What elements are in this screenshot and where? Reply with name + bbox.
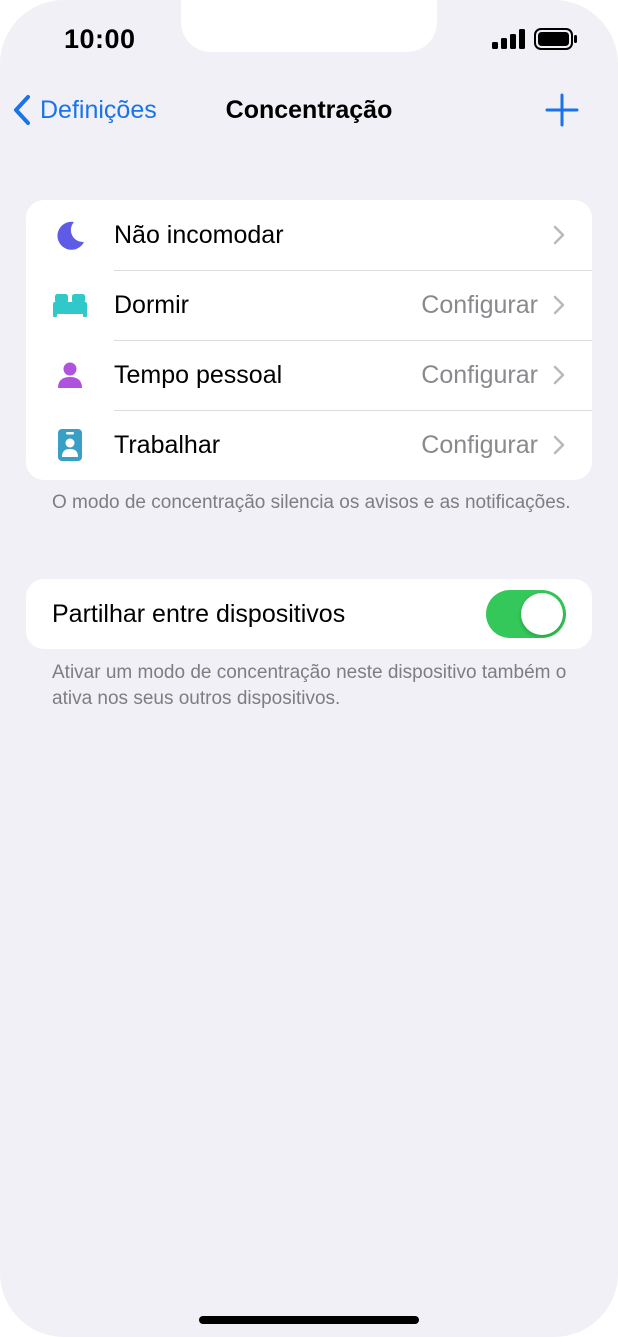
status-time: 10:00 <box>64 24 136 54</box>
focus-mode-label: Tempo pessoal <box>114 360 283 389</box>
chevron-right-icon <box>553 365 565 385</box>
share-group: Partilhar entre dispositivos <box>26 579 592 649</box>
focus-mode-label: Não incomodar <box>114 220 284 249</box>
focus-modes-footnote: O modo de concentração silencia os aviso… <box>52 492 571 513</box>
add-icon[interactable] <box>544 92 580 128</box>
focus-mode-value: Configurar <box>421 290 538 319</box>
focus-mode-do-not-disturb[interactable]: Não incomodar <box>26 200 592 270</box>
bed-icon <box>53 294 87 317</box>
share-across-devices-row: Partilhar entre dispositivos <box>26 579 592 649</box>
chevron-right-icon <box>553 435 565 455</box>
focus-mode-personal[interactable]: Tempo pessoal Configurar <box>26 340 592 410</box>
chevron-right-icon <box>553 225 565 245</box>
focus-mode-label: Dormir <box>114 290 189 319</box>
share-footnote: Ativar um modo de concentração neste dis… <box>52 662 567 709</box>
phone-screen: 10:00 Definições Concentração Não incomo… <box>0 0 618 1337</box>
focus-modes-list: Não incomodar Dormir Configurar Tempo pe… <box>26 200 592 480</box>
focus-mode-value: Configurar <box>421 430 538 459</box>
focus-mode-label: Trabalhar <box>114 430 221 459</box>
chevron-right-icon <box>553 295 565 315</box>
navigation-bar: Definições Concentração <box>0 88 618 132</box>
status-indicators <box>492 28 578 50</box>
person-icon <box>58 362 82 388</box>
page-title: Concentração <box>225 96 393 124</box>
share-across-devices-label: Partilhar entre dispositivos <box>52 599 346 628</box>
focus-mode-sleep[interactable]: Dormir Configurar <box>26 270 592 340</box>
focus-mode-work[interactable]: Trabalhar Configurar <box>26 410 592 480</box>
focus-mode-value: Configurar <box>421 360 538 389</box>
share-across-devices-toggle[interactable] <box>486 590 566 638</box>
home-indicator[interactable] <box>199 1316 419 1324</box>
battery-icon <box>534 28 577 50</box>
id-badge-icon <box>58 429 82 461</box>
moon-icon <box>57 221 84 250</box>
notch <box>181 0 437 52</box>
cellular-signal-icon <box>492 29 525 49</box>
toggle-knob <box>521 593 563 635</box>
